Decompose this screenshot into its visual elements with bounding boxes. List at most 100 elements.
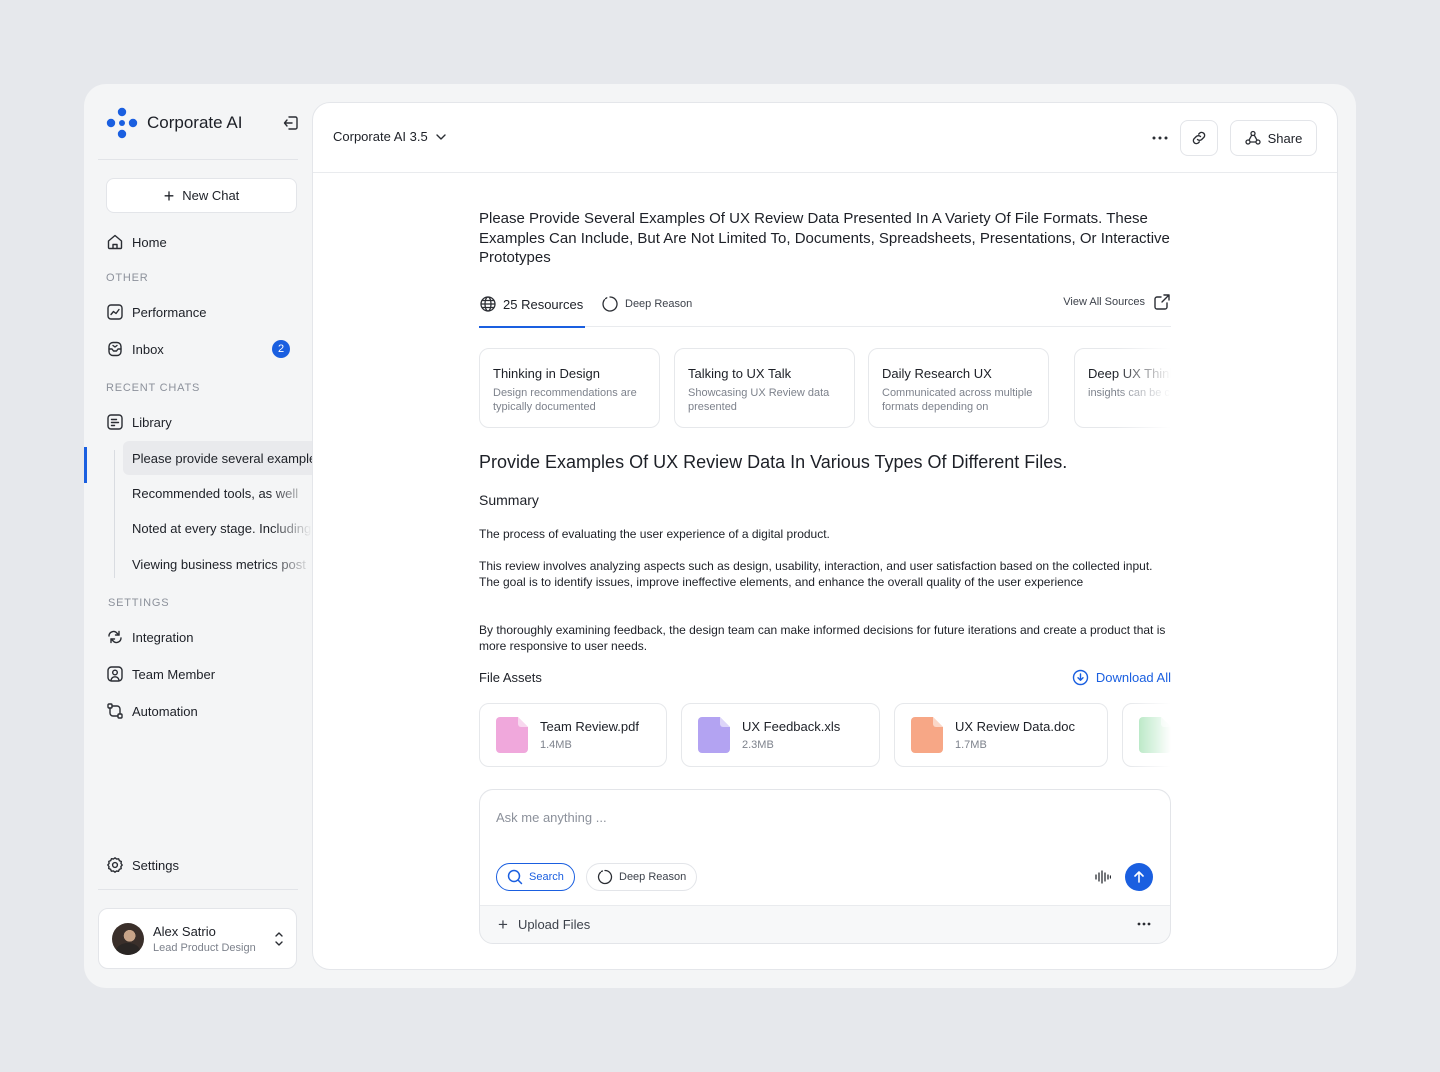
- response-tabs: 25 Resources Deep Reason View All Source…: [479, 291, 1171, 328]
- search-icon: [507, 869, 523, 885]
- recent-chat-item[interactable]: Noted at every stage. Including: [123, 511, 312, 545]
- globe-icon: [479, 295, 497, 313]
- recent-chat-item[interactable]: Viewing business metrics post: [123, 547, 312, 581]
- chevron-down-icon: [435, 133, 446, 140]
- logout-icon: [283, 116, 298, 130]
- view-all-label: View All Sources: [1063, 296, 1145, 308]
- recent-chat-item[interactable]: Please provide several examples: [123, 441, 312, 475]
- avatar: [112, 922, 144, 955]
- source-card[interactable]: Deep UX Thinking insights can be communi…: [1074, 348, 1171, 428]
- model-selector[interactable]: Corporate AI 3.5: [333, 129, 446, 144]
- model-name: Corporate AI 3.5: [333, 129, 428, 144]
- source-card[interactable]: Daily Research UX Communicated across mu…: [868, 348, 1049, 428]
- sidebar-item-settings[interactable]: Settings: [106, 853, 302, 877]
- active-chat-indicator: [84, 447, 87, 483]
- section-label-other: OTHER: [106, 272, 149, 284]
- user-role: Lead Product Design: [153, 941, 256, 954]
- collapse-sidebar-button[interactable]: [280, 112, 302, 134]
- share-icon: [1244, 130, 1261, 145]
- sidebar-item-home[interactable]: Home: [106, 230, 302, 254]
- upload-files-button[interactable]: + Upload Files: [498, 916, 590, 933]
- chat-composer: Search Deep Reason + Upload Files: [479, 789, 1171, 944]
- tab-deep-label: Deep Reason: [625, 298, 693, 310]
- sidebar-item-label: Settings: [132, 857, 179, 873]
- link-icon: [1192, 131, 1206, 145]
- source-description: Design recommendations are typically doc…: [493, 387, 637, 413]
- tab-deep-reason[interactable]: Deep Reason: [601, 295, 692, 313]
- recent-chat-item[interactable]: Recommended tools, as well: [123, 476, 312, 510]
- copy-link-button[interactable]: [1180, 120, 1218, 156]
- tab-resources[interactable]: 25 Resources: [479, 295, 586, 328]
- download-icon: [1072, 669, 1089, 686]
- file-size: 1.7MB: [955, 739, 987, 751]
- upload-files-label: Upload Files: [517, 917, 591, 932]
- view-all-sources-link[interactable]: View All Sources: [1063, 293, 1171, 311]
- inbox-icon: [106, 340, 124, 358]
- ask-input[interactable]: [496, 806, 1136, 828]
- more-horizontal-icon: [1152, 136, 1168, 140]
- section-label-settings: SETTINGS: [108, 597, 170, 609]
- source-title: Talking to UX Talk: [688, 366, 792, 381]
- file-icon: [911, 717, 943, 753]
- home-icon: [106, 233, 124, 251]
- gear-icon: [106, 856, 124, 874]
- plus-icon: +: [163, 185, 175, 206]
- sidebar-item-inbox[interactable]: Inbox 2: [106, 337, 302, 361]
- sidebar-item-label: Automation: [132, 703, 198, 719]
- composer-more-button[interactable]: [1134, 914, 1154, 934]
- arrow-up-icon: [1134, 871, 1144, 883]
- sidebar-item-label: Inbox: [132, 341, 164, 357]
- user-profile-switcher[interactable]: Alex Satrio Lead Product Design: [98, 908, 297, 969]
- file-icon: [698, 717, 730, 753]
- plus-icon: +: [498, 915, 508, 934]
- deep-reason-toggle[interactable]: Deep Reason: [586, 863, 698, 891]
- logo-icon: [106, 107, 138, 139]
- more-options-button[interactable]: [1147, 125, 1173, 151]
- share-button[interactable]: Share: [1230, 120, 1317, 156]
- sidebar-item-automation[interactable]: Automation: [106, 699, 302, 723]
- download-all-button[interactable]: Download All: [1072, 669, 1171, 686]
- loading-circle-icon: [597, 869, 613, 885]
- user-name: Alex Satrio: [153, 923, 216, 939]
- file-icon: [496, 717, 528, 753]
- divider: [98, 889, 298, 890]
- loading-circle-icon: [601, 295, 619, 313]
- divider: [98, 159, 298, 160]
- file-card[interactable]: Team Review.pdf 1.4MB: [479, 703, 667, 767]
- file-name: Team Review.pdf: [540, 719, 639, 734]
- chart-icon: [106, 303, 124, 321]
- inbox-count-badge: 2: [272, 340, 290, 358]
- sidebar-item-team-member[interactable]: Team Member: [106, 662, 302, 686]
- sidebar-item-performance[interactable]: Performance: [106, 300, 302, 324]
- sidebar-item-label: Integration: [132, 629, 194, 645]
- send-button[interactable]: [1125, 863, 1153, 891]
- library-icon: [106, 413, 124, 431]
- file-card[interactable]: UX Feedback.xls 2.3MB: [681, 703, 880, 767]
- source-card[interactable]: Talking to UX Talk Showcasing UX Review …: [674, 348, 855, 428]
- composer-input-area: Search Deep Reason: [480, 790, 1170, 906]
- waveform-icon: [1095, 870, 1111, 884]
- top-bar: Corporate AI 3.5 Share: [313, 103, 1337, 173]
- integration-icon: [106, 628, 124, 646]
- chat-tree-line: [114, 450, 115, 578]
- summary-heading: Summary: [479, 492, 539, 508]
- sidebar-item-label: Team Member: [132, 666, 216, 682]
- source-description: Showcasing UX Review data presented: [688, 387, 830, 413]
- search-toggle[interactable]: Search: [496, 863, 575, 891]
- new-chat-button[interactable]: + New Chat: [106, 178, 297, 213]
- download-all-label: Download All: [1095, 670, 1171, 685]
- file-card[interactable]: UX Review Data.doc 1.7MB: [894, 703, 1108, 767]
- sidebar: Corporate AI + New Chat Home OTHER Perfo…: [84, 84, 312, 988]
- file-card[interactable]: [1122, 703, 1171, 767]
- answer-title: Provide Examples Of UX Review Data In Va…: [479, 452, 1068, 472]
- sidebar-item-integration[interactable]: Integration: [106, 625, 302, 649]
- source-description: Communicated across multiple formats dep…: [882, 387, 1033, 413]
- tab-resources-label: 25 Resources: [503, 296, 584, 312]
- chevron-up-down-icon: [275, 932, 283, 946]
- source-card[interactable]: Thinking in Design Design recommendation…: [479, 348, 660, 428]
- voice-input-button[interactable]: [1094, 868, 1112, 886]
- source-description: insights can be communicated: [1088, 387, 1171, 399]
- file-assets-heading: File Assets: [479, 670, 542, 685]
- answer-paragraph: By thoroughly examining feedback, the de…: [479, 623, 1166, 653]
- sidebar-item-library[interactable]: Library: [106, 410, 302, 434]
